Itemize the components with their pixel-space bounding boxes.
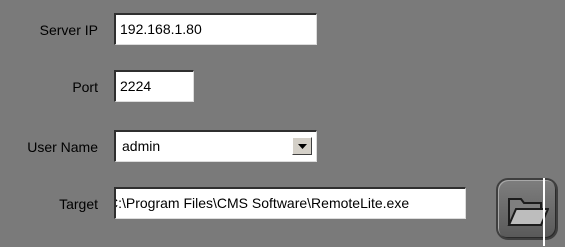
divider-line <box>543 178 545 246</box>
server-ip-value: 192.168.1.80 <box>120 21 202 37</box>
user-name-selected: admin <box>122 138 161 154</box>
target-input[interactable]: C:\Program Files\CMS Software\RemoteLite… <box>114 187 466 219</box>
target-value: C:\Program Files\CMS Software\RemoteLite… <box>114 195 410 211</box>
server-ip-input[interactable]: 192.168.1.80 <box>114 13 317 45</box>
connection-settings-panel: Server IP 192.168.1.80 Port 2224 User Na… <box>0 0 565 247</box>
port-value: 2224 <box>120 78 152 94</box>
port-input[interactable]: 2224 <box>114 70 194 102</box>
dropdown-toggle-button[interactable] <box>292 137 312 155</box>
chevron-down-icon <box>298 144 307 149</box>
user-name-dropdown[interactable]: admin <box>114 130 317 162</box>
user-name-label: User Name <box>27 139 98 155</box>
port-label: Port <box>72 79 98 95</box>
server-ip-label: Server IP <box>39 22 98 38</box>
target-label: Target <box>59 196 98 212</box>
browse-button[interactable] <box>496 178 558 240</box>
